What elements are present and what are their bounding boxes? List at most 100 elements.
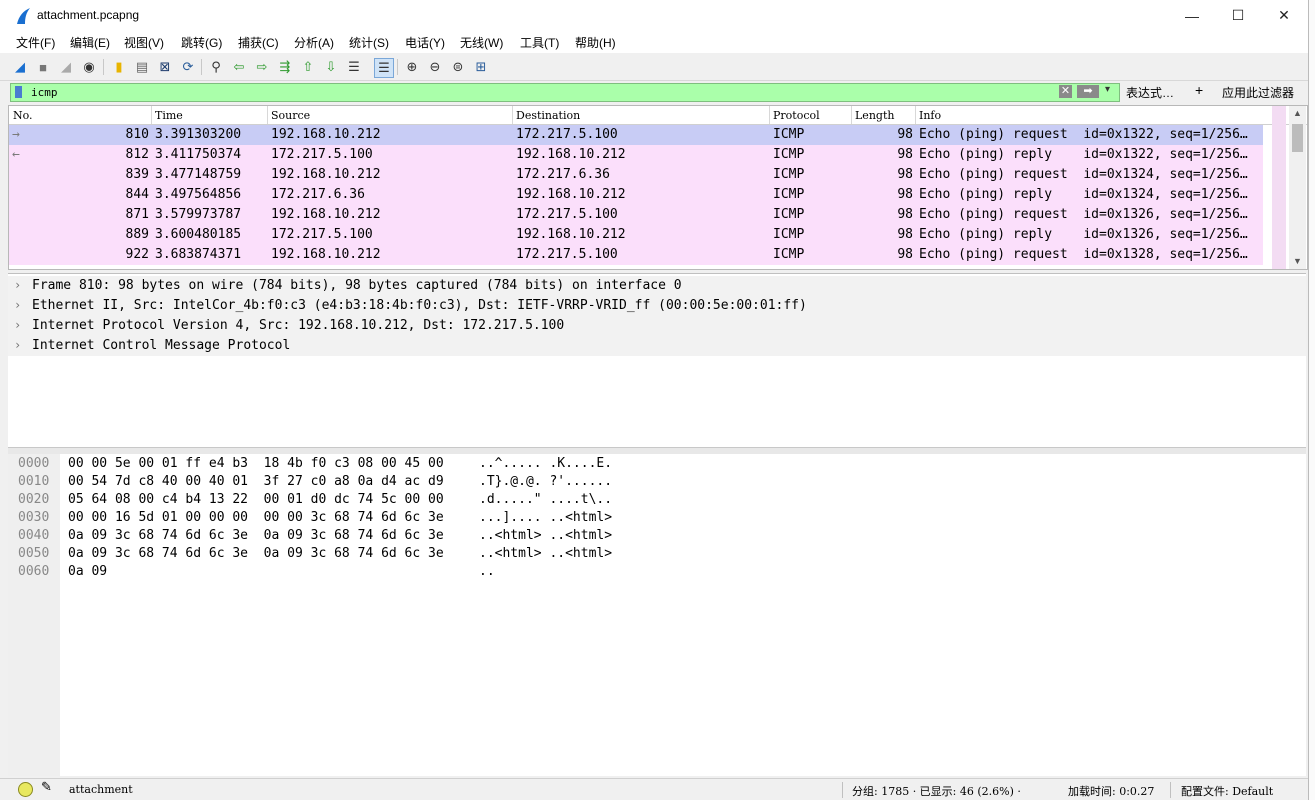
menu-analyze[interactable]: 分析(A) [294, 34, 334, 51]
menu-telephony[interactable]: 电话(Y) [405, 34, 445, 51]
expert-info-icon[interactable] [18, 782, 33, 797]
go-forward-icon[interactable]: ⇨ [253, 58, 271, 76]
scroll-up-icon[interactable]: ▲ [1293, 108, 1302, 118]
chevron-right-icon[interactable]: › [14, 318, 21, 332]
byte-offset: 0040 [18, 528, 50, 543]
column-divider [851, 106, 852, 124]
status-profile[interactable]: 配置文件: Default [1181, 783, 1273, 799]
cell-protocol: ICMP [773, 247, 805, 262]
table-row[interactable]: ← 812 3.411750374 172.217.5.100 192.168.10.2… [9, 145, 1263, 165]
reload-file-icon[interactable]: ⟳ [179, 58, 197, 76]
byte-hex[interactable]: 00 54 7d c8 40 00 40 01 3f 27 c0 a8 0a d… [68, 474, 444, 489]
cell-time: 3.497564856 [155, 187, 242, 202]
resize-columns-icon[interactable]: ⊞ [472, 58, 490, 76]
go-back-icon[interactable]: ⇦ [230, 58, 248, 76]
table-row[interactable]: 889 3.600480185 172.217.5.100 192.168.10.21… [9, 225, 1263, 245]
byte-hex[interactable]: 0a 09 3c 68 74 6d 6c 3e 0a 09 3c 68 74 6… [68, 528, 444, 543]
byte-ascii[interactable]: .d....." ....t\.. [479, 492, 612, 507]
packet-list-scrollbar[interactable]: ▲ ▼ [1289, 106, 1306, 269]
find-packet-icon[interactable]: ⚲ [207, 58, 225, 76]
chevron-right-icon[interactable]: › [14, 338, 21, 352]
background-window-edge [0, 800, 1315, 807]
minimize-button[interactable]: — [1169, 0, 1215, 31]
bookmark-icon[interactable] [15, 86, 22, 98]
details-row-label: Internet Protocol Version 4, Src: 192.16… [32, 318, 565, 333]
capture-options-icon[interactable]: ◉ [80, 58, 98, 76]
save-file-icon[interactable]: ▤ [133, 58, 151, 76]
byte-hex[interactable]: 0a 09 3c 68 74 6d 6c 3e 0a 09 3c 68 74 6… [68, 546, 444, 561]
apply-filter-arrow-icon[interactable]: ➡ [1077, 85, 1099, 98]
chevron-down-icon[interactable]: ▾ [1105, 84, 1110, 95]
capture-comment-icon[interactable]: ✎ [41, 780, 52, 795]
hex-row: 0040 0a 09 3c 68 74 6d 6c 3e 0a 09 3c 68 … [8, 528, 1306, 546]
menu-file[interactable]: 文件(F) [16, 34, 55, 51]
menu-edit[interactable]: 编辑(E) [70, 34, 110, 51]
cell-no: 889 [125, 227, 149, 242]
cell-info: Echo (ping) reply id=0x1322, seq=1/256… [919, 147, 1248, 162]
apply-filter-button[interactable]: 应用此过滤器 [1222, 84, 1294, 101]
chevron-right-icon[interactable]: › [14, 278, 21, 292]
cell-info: Echo (ping) request id=0x1328, seq=1/256… [919, 247, 1248, 262]
byte-ascii[interactable]: .. [479, 564, 495, 579]
byte-ascii[interactable]: ..<html> ..<html> [479, 528, 612, 543]
byte-hex[interactable]: 05 64 08 00 c4 b4 13 22 00 01 d0 dc 74 5… [68, 492, 444, 507]
table-row[interactable]: 844 3.497564856 172.217.6.36 192.168.10.212… [9, 185, 1263, 205]
cell-source: 192.168.10.212 [271, 127, 381, 142]
menu-statistics[interactable]: 统计(S) [349, 34, 389, 51]
byte-ascii[interactable]: ...].... ..<html> [479, 510, 612, 525]
wireshark-window: attachment.pcapng — ☐ ✕ 文件(F) 编辑(E) 视图(V… [0, 0, 1309, 807]
menu-capture[interactable]: 捕获(C) [238, 34, 279, 51]
table-row[interactable]: 871 3.579973787 192.168.10.212 172.217.5.10… [9, 205, 1263, 225]
menu-view[interactable]: 视图(V) [124, 34, 164, 51]
byte-ascii[interactable]: .T}.@.@. ?'...... [479, 474, 612, 489]
expression-button[interactable]: 表达式… [1126, 84, 1174, 101]
display-filter-field: ✕ ➡ ▾ [10, 83, 1120, 102]
clear-filter-icon[interactable]: ✕ [1059, 85, 1072, 98]
menu-tools[interactable]: 工具(T) [520, 34, 559, 51]
details-row-icmp[interactable]: › Internet Control Message Protocol [8, 336, 1306, 356]
zoom-in-icon[interactable]: ⊕ [403, 58, 421, 76]
display-filter-input[interactable] [31, 84, 1051, 101]
zoom-out-icon[interactable]: ⊖ [426, 58, 444, 76]
cell-length: 98 [897, 247, 913, 262]
menu-wireless[interactable]: 无线(W) [460, 34, 503, 51]
last-packet-icon[interactable]: ⇩ [322, 58, 340, 76]
byte-hex[interactable]: 00 00 5e 00 01 ff e4 b3 18 4b f0 c3 08 0… [68, 456, 444, 471]
column-divider [267, 106, 268, 124]
start-capture-icon[interactable]: ◢ [11, 58, 29, 76]
first-packet-icon[interactable]: ⇧ [299, 58, 317, 76]
byte-ascii[interactable]: ..<html> ..<html> [479, 546, 612, 561]
stop-capture-icon[interactable]: ■ [34, 58, 52, 76]
restart-capture-icon[interactable]: ◢ [57, 58, 75, 76]
zoom-reset-icon[interactable]: ⊜ [449, 58, 467, 76]
colorize-icon[interactable]: ☰ [374, 58, 394, 78]
details-row-ipv4[interactable]: › Internet Protocol Version 4, Src: 192.… [8, 316, 1306, 336]
table-row[interactable]: → 810 3.391303200 192.168.10.212 172.217.5.1… [9, 125, 1263, 145]
byte-hex[interactable]: 00 00 16 5d 01 00 00 00 00 00 3c 68 74 6… [68, 510, 444, 525]
details-row-frame[interactable]: › Frame 810: 98 bytes on wire (784 bits)… [8, 276, 1306, 296]
menu-help[interactable]: 帮助(H) [575, 34, 616, 51]
auto-scroll-icon[interactable]: ☰ [345, 58, 363, 76]
details-row-ethernet[interactable]: › Ethernet II, Src: IntelCor_4b:f0:c3 (e… [8, 296, 1306, 316]
go-to-packet-icon[interactable]: ⇶ [276, 58, 294, 76]
table-row[interactable]: 839 3.477148759 192.168.10.212 172.217.6.36… [9, 165, 1263, 185]
toolbar-separator [201, 59, 202, 75]
chevron-right-icon[interactable]: › [14, 298, 21, 312]
close-file-icon[interactable]: ⊠ [156, 58, 174, 76]
byte-ascii[interactable]: ..^..... .K....E. [479, 456, 612, 471]
byte-hex[interactable]: 0a 09 [68, 564, 107, 579]
table-row[interactable]: 922 3.683874371 192.168.10.212 172.217.5.10… [9, 245, 1263, 265]
maximize-button[interactable]: ☐ [1215, 0, 1261, 31]
menu-go[interactable]: 跳转(G) [181, 34, 222, 51]
close-button[interactable]: ✕ [1261, 0, 1307, 31]
hex-row: 0050 0a 09 3c 68 74 6d 6c 3e 0a 09 3c 68 … [8, 546, 1306, 564]
add-filter-button[interactable]: + [1195, 82, 1203, 98]
byte-offset: 0020 [18, 492, 50, 507]
cell-destination: 192.168.10.212 [516, 187, 626, 202]
scroll-down-icon[interactable]: ▼ [1293, 256, 1302, 266]
column-divider [769, 106, 770, 124]
scrollbar-thumb[interactable] [1292, 124, 1303, 152]
column-divider [915, 106, 916, 124]
related-packet-arrow-icon: → [12, 127, 20, 142]
open-file-icon[interactable]: ▮ [110, 58, 128, 76]
